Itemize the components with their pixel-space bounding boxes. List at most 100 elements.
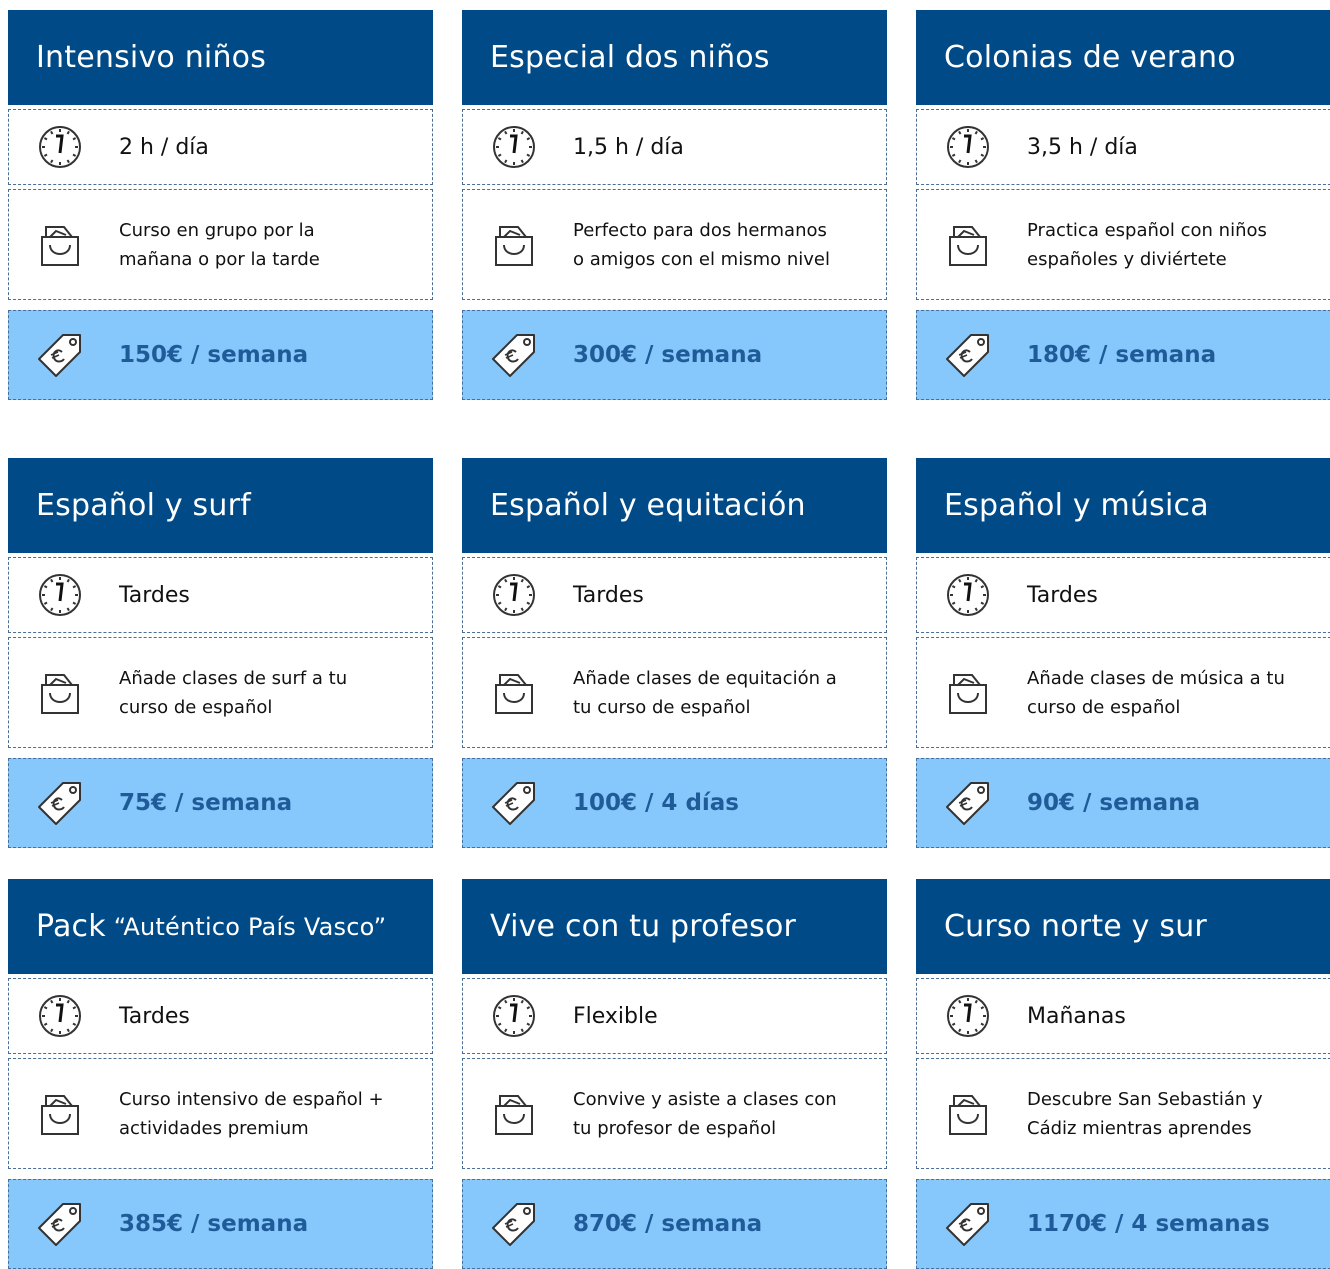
shopping-bag-icon: [943, 1089, 993, 1139]
course-card-6: Español y música Tardes Añade clases de …: [916, 458, 1330, 848]
euro-price-tag-icon: [489, 330, 539, 380]
course-title-bar: Especial dos niños: [462, 10, 887, 105]
description-text: Descubre San Sebastián y Cádiz mientras …: [1027, 1088, 1263, 1139]
price-text: 150€ / semana: [119, 342, 309, 368]
course-subtitle: “Auténtico País Vasco”: [113, 912, 387, 941]
course-card-9: Curso norte y sur Mañanas Descubre San S…: [916, 879, 1330, 1269]
course-title: Pack: [36, 909, 106, 944]
course-card-4: Español y surf Tardes Añade clases de su…: [8, 458, 433, 848]
price-text: 870€ / semana: [573, 1211, 763, 1237]
price-text: 180€ / semana: [1027, 342, 1217, 368]
description-text: Perfecto para dos hermanos o amigos con …: [573, 219, 830, 270]
schedule-text: Tardes: [1027, 582, 1098, 608]
course-card-1: Intensivo niños 2 h / día Curso en grupo…: [8, 10, 433, 400]
shopping-bag-icon: [489, 1089, 539, 1139]
course-card-5: Español y equitación Tardes Añade clases…: [462, 458, 887, 848]
clock-icon: [489, 991, 539, 1041]
schedule-text: Tardes: [119, 582, 190, 608]
euro-price-tag-icon: [489, 1199, 539, 1249]
description-text: Curso en grupo por la mañana o por la ta…: [119, 219, 320, 270]
price-text: 100€ / 4 días: [573, 790, 739, 816]
euro-price-tag-icon: [489, 778, 539, 828]
price-text: 300€ / semana: [573, 342, 763, 368]
euro-price-tag-icon: [943, 1199, 993, 1249]
description-row: Añade clases de equitación a tu curso de…: [462, 637, 887, 748]
schedule-row: Tardes: [462, 557, 887, 633]
schedule-text: Tardes: [119, 1003, 190, 1029]
schedule-text: 3,5 h / día: [1027, 134, 1138, 160]
description-row: Convive y asiste a clases con tu profeso…: [462, 1058, 887, 1169]
description-text: Curso intensivo de español + actividades…: [119, 1088, 384, 1139]
description-row: Perfecto para dos hermanos o amigos con …: [462, 189, 887, 300]
description-row: Practica español con niños españoles y d…: [916, 189, 1330, 300]
price-row: 385€ / semana: [8, 1179, 433, 1269]
price-text: 1170€ / 4 semanas: [1027, 1211, 1270, 1237]
schedule-text: Mañanas: [1027, 1003, 1126, 1029]
course-title-bar: Colonias de verano: [916, 10, 1330, 105]
schedule-text: 1,5 h / día: [573, 134, 684, 160]
description-text: Añade clases de música a tu curso de esp…: [1027, 667, 1285, 718]
clock-icon: [943, 122, 993, 172]
price-row: 870€ / semana: [462, 1179, 887, 1269]
price-text: 90€ / semana: [1027, 790, 1201, 816]
shopping-bag-icon: [489, 220, 539, 270]
course-title: Español y música: [944, 488, 1209, 523]
price-row: 180€ / semana: [916, 310, 1330, 400]
shopping-bag-icon: [943, 220, 993, 270]
schedule-row: 2 h / día: [8, 109, 433, 185]
course-title-bar: Vive con tu profesor: [462, 879, 887, 974]
course-card-2: Especial dos niños 1,5 h / día Perfecto …: [462, 10, 887, 400]
description-text: Añade clases de surf a tu curso de españ…: [119, 667, 348, 718]
shopping-bag-icon: [35, 220, 85, 270]
euro-price-tag-icon: [35, 778, 85, 828]
clock-icon: [943, 991, 993, 1041]
course-title-bar: Español y música: [916, 458, 1330, 553]
shopping-bag-icon: [35, 668, 85, 718]
clock-icon: [35, 570, 85, 620]
price-row: 1170€ / 4 semanas: [916, 1179, 1330, 1269]
price-row: 300€ / semana: [462, 310, 887, 400]
description-row: Curso en grupo por la mañana o por la ta…: [8, 189, 433, 300]
clock-icon: [489, 570, 539, 620]
clock-icon: [489, 122, 539, 172]
schedule-text: Tardes: [573, 582, 644, 608]
schedule-row: Mañanas: [916, 978, 1330, 1054]
price-text: 75€ / semana: [119, 790, 293, 816]
schedule-row: 1,5 h / día: [462, 109, 887, 185]
euro-price-tag-icon: [943, 330, 993, 380]
euro-price-tag-icon: [943, 778, 993, 828]
course-title: Colonias de verano: [944, 40, 1236, 75]
clock-icon: [35, 122, 85, 172]
description-row: Añade clases de surf a tu curso de españ…: [8, 637, 433, 748]
schedule-row: Tardes: [8, 978, 433, 1054]
course-title-bar: Intensivo niños: [8, 10, 433, 105]
course-card-7: Pack “Auténtico País Vasco” Tardes Curso…: [8, 879, 433, 1269]
euro-price-tag-icon: [35, 330, 85, 380]
price-row: 150€ / semana: [8, 310, 433, 400]
schedule-text: Flexible: [573, 1003, 658, 1029]
shopping-bag-icon: [489, 668, 539, 718]
price-text: 385€ / semana: [119, 1211, 309, 1237]
schedule-row: Flexible: [462, 978, 887, 1054]
description-row: Curso intensivo de español + actividades…: [8, 1058, 433, 1169]
course-card-3: Colonias de verano 3,5 h / día Practica …: [916, 10, 1330, 400]
course-title-bar: Curso norte y sur: [916, 879, 1330, 974]
schedule-row: Tardes: [916, 557, 1330, 633]
description-row: Descubre San Sebastián y Cádiz mientras …: [916, 1058, 1330, 1169]
clock-icon: [943, 570, 993, 620]
course-title-bar: Pack “Auténtico País Vasco”: [8, 879, 433, 974]
course-title-bar: Español y surf: [8, 458, 433, 553]
schedule-row: Tardes: [8, 557, 433, 633]
description-text: Convive y asiste a clases con tu profeso…: [573, 1088, 837, 1139]
course-title: Especial dos niños: [490, 40, 770, 75]
price-row: 75€ / semana: [8, 758, 433, 848]
euro-price-tag-icon: [35, 1199, 85, 1249]
course-card-8: Vive con tu profesor Flexible Convive y …: [462, 879, 887, 1269]
price-row: 90€ / semana: [916, 758, 1330, 848]
schedule-text: 2 h / día: [119, 134, 209, 160]
course-title: Intensivo niños: [36, 40, 267, 75]
course-title: Español y equitación: [490, 488, 806, 523]
course-title-bar: Español y equitación: [462, 458, 887, 553]
course-title: Vive con tu profesor: [490, 909, 797, 944]
schedule-row: 3,5 h / día: [916, 109, 1330, 185]
